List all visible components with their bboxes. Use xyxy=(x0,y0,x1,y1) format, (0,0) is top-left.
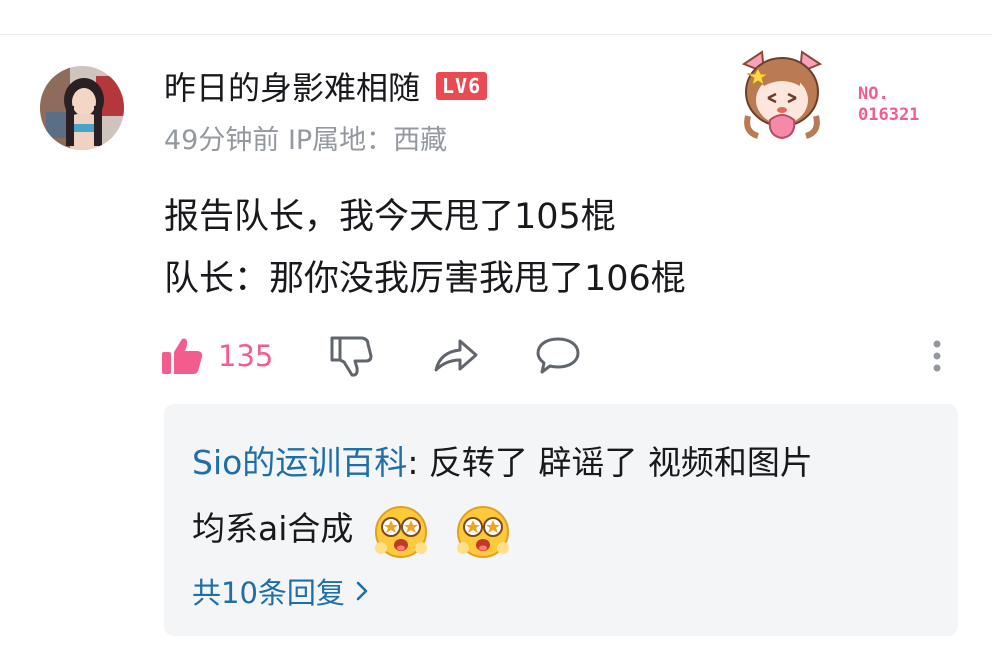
fan-number-prefix: NO. xyxy=(858,84,889,104)
view-all-replies-label: 共10条回复 xyxy=(192,576,345,610)
fan-decoration-sticker[interactable] xyxy=(734,46,830,142)
username-row: 昨日的身影难相随 LV6 xyxy=(164,63,488,109)
reply-line: 均系ai合成 xyxy=(192,496,932,562)
astonished-emoji-icon xyxy=(457,505,510,558)
fan-number-value: 016321 xyxy=(858,105,920,125)
view-all-replies-link[interactable]: 共10条回复 xyxy=(192,570,369,612)
avatar[interactable] xyxy=(40,66,124,150)
reply-line: Sio的运训百科: 反转了 辟谣了 视频和图片 xyxy=(192,430,932,496)
chevron-right-icon xyxy=(356,581,368,601)
level-badge: LV6 xyxy=(436,72,488,100)
like-button[interactable]: 135 xyxy=(160,328,273,384)
more-vertical-icon xyxy=(933,340,941,372)
astonished-emoji-icon xyxy=(374,505,427,558)
like-count: 135 xyxy=(218,339,274,373)
thumbs-up-icon xyxy=(162,338,203,374)
comment-content: 报告队长，我今天甩了105棍 队长：那你没我厉害我甩了106棍 xyxy=(164,186,686,310)
content-line: 队长：那你没我厉害我甩了106棍 xyxy=(164,259,686,299)
dislike-button[interactable] xyxy=(328,328,374,384)
comment-meta: 49分钟前 IP属地：西藏 xyxy=(164,125,448,156)
more-options-button[interactable] xyxy=(922,328,952,384)
reply-button[interactable] xyxy=(534,328,582,384)
fan-number: NO. 016321 xyxy=(858,84,919,126)
reply-text-part: 反转了 辟谣了 视频和图片 xyxy=(428,443,813,482)
share-button[interactable] xyxy=(432,328,480,384)
reply-author[interactable]: Sio的运训百科 xyxy=(192,443,407,482)
reply-text-part: 均系ai合成 xyxy=(192,509,354,548)
username[interactable]: 昨日的身影难相随 xyxy=(164,63,420,109)
avatar-image xyxy=(40,66,124,150)
comment-icon xyxy=(536,337,580,374)
top-divider xyxy=(0,34,992,35)
reply-separator: : xyxy=(407,443,429,482)
action-bar: 135 xyxy=(160,328,960,384)
reply-preview[interactable]: Sio的运训百科: 反转了 辟谣了 视频和图片 均系ai合成 共10条回复 xyxy=(164,404,958,636)
share-icon xyxy=(434,339,478,372)
content-line: 报告队长，我今天甩了105棍 xyxy=(164,197,616,237)
thumbs-down-icon xyxy=(330,336,373,377)
reply-preview-text: Sio的运训百科: 反转了 辟谣了 视频和图片 均系ai合成 xyxy=(192,430,932,562)
